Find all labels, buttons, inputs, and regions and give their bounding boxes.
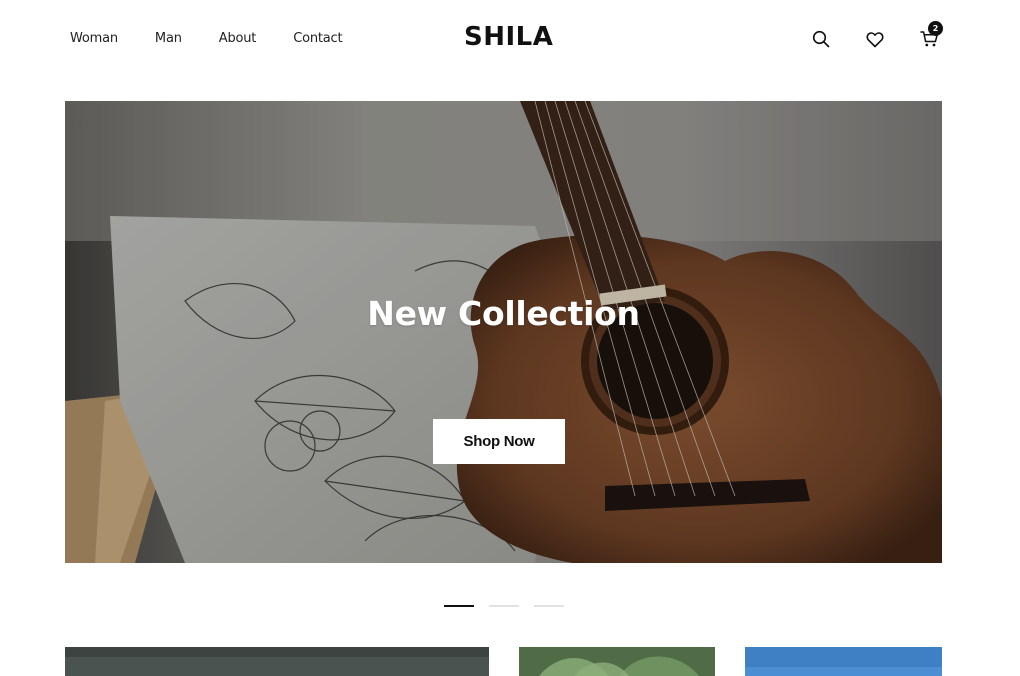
category-teaser-1[interactable] (65, 647, 489, 676)
slider-dot-1[interactable] (444, 605, 474, 607)
nav-about[interactable]: About (219, 31, 257, 46)
slider-pagination (444, 605, 564, 607)
site-header: Woman Man About Contact SHILA 2 (0, 0, 1020, 80)
hero-title: New Collection (367, 294, 640, 333)
shop-now-button[interactable]: Shop Now (433, 419, 565, 464)
teaser-image-3 (745, 647, 942, 676)
search-icon (812, 30, 830, 48)
nav-man[interactable]: Man (155, 31, 182, 46)
main-nav: Woman Man About Contact (70, 31, 343, 46)
search-button[interactable] (810, 28, 832, 50)
heart-icon (866, 31, 884, 47)
slider-dot-2[interactable] (489, 605, 519, 607)
wishlist-button[interactable] (864, 28, 886, 50)
cart-count-badge: 2 (928, 21, 943, 36)
teaser-image-2 (519, 647, 715, 676)
category-teaser-3[interactable] (745, 647, 942, 676)
category-teaser-2[interactable] (519, 647, 715, 676)
nav-woman[interactable]: Woman (70, 31, 118, 46)
brand-logo[interactable]: SHILA (464, 22, 553, 52)
nav-contact[interactable]: Contact (293, 31, 342, 46)
teaser-image-1 (65, 647, 489, 676)
hero-banner: New Collection Shop Now (65, 101, 942, 563)
slider-dot-3[interactable] (534, 605, 564, 607)
